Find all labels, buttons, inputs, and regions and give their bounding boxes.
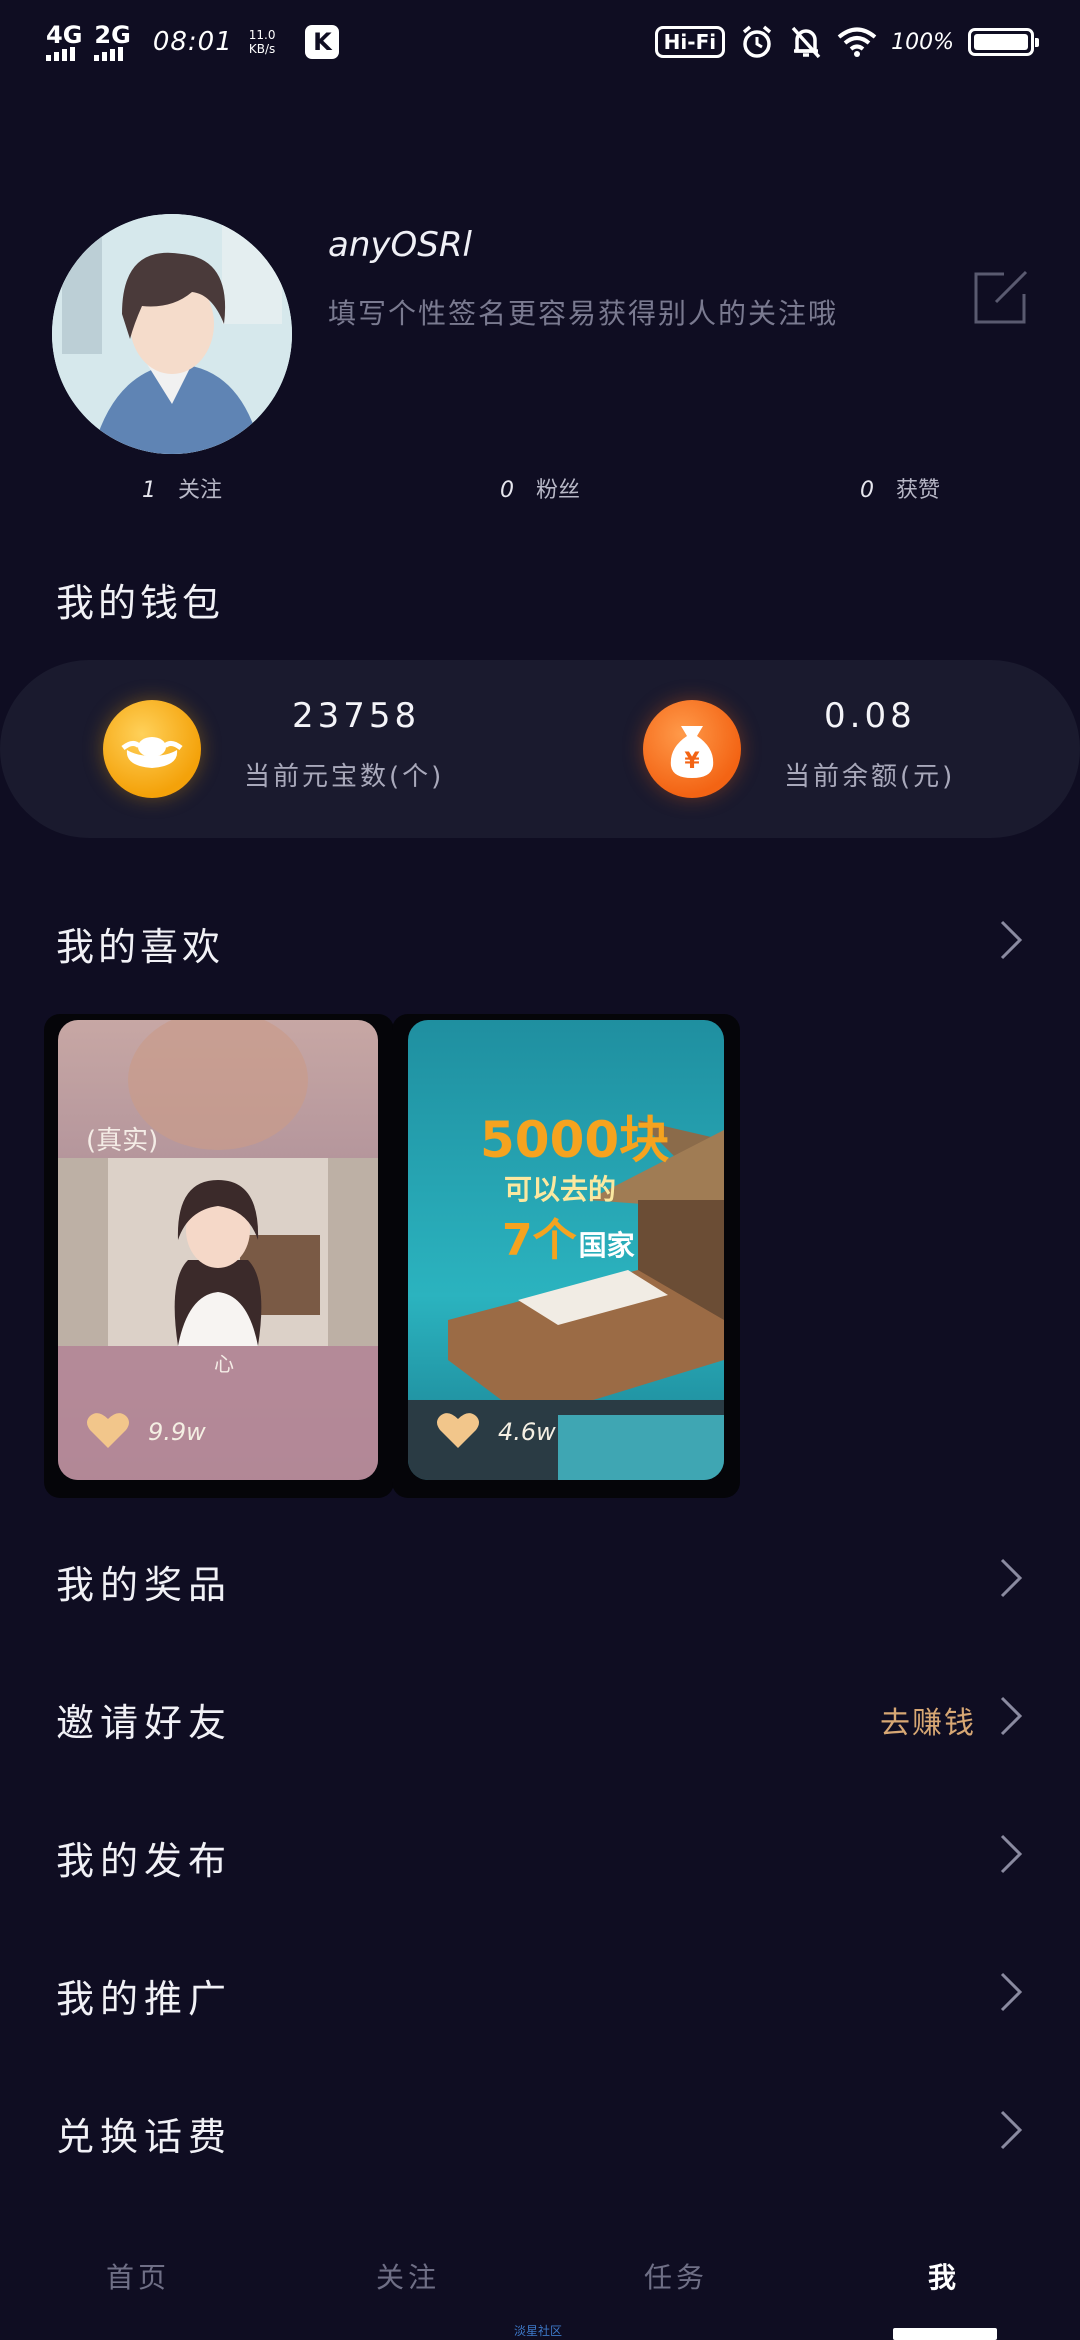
card-1-overlay-top: (真实)	[86, 1126, 159, 1156]
speed-unit: KB/s	[248, 42, 276, 56]
chevron-right-icon[interactable]	[996, 1694, 1026, 1738]
battery-icon	[968, 28, 1039, 56]
stat-fans-label: 粉丝	[536, 478, 581, 503]
chevron-right-icon[interactable]	[996, 1556, 1026, 1600]
heart-icon	[87, 1413, 129, 1448]
ingot-count: 23758	[292, 696, 421, 736]
avatar[interactable]	[52, 214, 292, 454]
tab-following[interactable]: 关注	[376, 2256, 440, 2296]
battery-fill	[974, 34, 1028, 50]
favorite-card-1[interactable]: (真实) 心 9.9w	[58, 1020, 378, 1480]
edit-profile-icon[interactable]	[970, 268, 1030, 328]
card-2-headline: 5000块	[480, 1111, 670, 1169]
ingot-label: 当前元宝数(个)	[244, 762, 445, 792]
stat-likes-label: 获赞	[896, 478, 941, 503]
signal-bars-icon	[46, 47, 75, 61]
hifi-badge: Hi-Fi	[654, 26, 726, 58]
alarm-icon	[742, 25, 772, 58]
chevron-right-icon[interactable]	[996, 1970, 1026, 2014]
mute-bell-icon	[791, 26, 821, 59]
wifi-icon	[837, 27, 877, 57]
balance-value: 0.08	[824, 696, 916, 736]
chevron-right-icon[interactable]	[996, 2108, 1026, 2152]
card-2-like-count: 4.6w	[498, 1418, 556, 1446]
menu-label-posts: 我的发布	[56, 1839, 233, 1883]
signal-2g: 2G	[94, 23, 132, 61]
stat-fans-count: 0	[500, 478, 514, 503]
home-indicator[interactable]	[893, 2328, 997, 2340]
stat-fans[interactable]: 0 粉丝	[500, 472, 580, 504]
card-2-line3-text: 国家	[578, 1229, 635, 1262]
ingot-glyph	[121, 737, 183, 768]
earn-money-link[interactable]: 去赚钱	[880, 1698, 976, 1742]
menu-label-phone-credit: 兑换话费	[56, 2115, 233, 2159]
chevron-right-icon[interactable]	[996, 1832, 1026, 1876]
profile-stats: 1 关注 0 粉丝 0 获赞	[0, 462, 1080, 512]
balance-label: 当前余额(元)	[784, 762, 956, 792]
network-speed: 11.0 KB/s	[249, 28, 276, 56]
status-bar: 4G 2G 08:01 11.0 KB/s K Hi-Fi 100%	[0, 0, 1080, 84]
username: anyOSRl	[328, 225, 472, 265]
stat-likes-count: 0	[860, 478, 874, 503]
tab-home[interactable]: 首页	[106, 2256, 170, 2296]
money-bag-glyph: ¥	[670, 726, 714, 778]
favorites-chevron-icon[interactable]	[996, 918, 1026, 962]
status-left: 4G 2G 08:01 11.0 KB/s K	[46, 20, 340, 64]
menu-label-invite: 邀请好友	[56, 1701, 233, 1745]
money-bag-icon: ¥	[643, 700, 741, 798]
money-symbol: ¥	[684, 749, 700, 774]
card-2-line2: 可以去的	[504, 1173, 617, 1206]
wallet-title: 我的钱包	[56, 581, 225, 625]
status-right: Hi-Fi 100%	[654, 20, 1039, 64]
menu-label-promotion: 我的推广	[56, 1977, 233, 2021]
signal-bars-icon	[94, 47, 124, 61]
speed-value: 11.0	[248, 28, 276, 42]
battery-percent: 100%	[891, 29, 954, 55]
network-2g-label: 2G	[94, 21, 131, 49]
watermark: 淡星社区	[514, 2324, 563, 2338]
stat-likes[interactable]: 0 获赞	[860, 472, 940, 504]
signature-prompt[interactable]: 填写个性签名更容易获得别人的关注哦	[328, 292, 838, 332]
wallet-card: 23758 当前元宝数(个) ¥ 0.08 当前余额(元)	[0, 660, 1080, 838]
stat-following-label: 关注	[178, 478, 223, 503]
avatar-illustration	[52, 214, 292, 454]
menu-label-prizes: 我的奖品	[56, 1563, 233, 1607]
favorites-title[interactable]: 我的喜欢	[56, 916, 224, 971]
favorite-card-2[interactable]: 5000块 可以去的 7个 国家 4.6w	[408, 1020, 724, 1480]
stat-following[interactable]: 1 关注	[142, 472, 222, 504]
tab-me[interactable]: 我	[928, 2256, 960, 2296]
signal-4g: 4G	[46, 23, 84, 61]
tab-tasks[interactable]: 任务	[644, 2256, 708, 2296]
gold-ingot-icon	[103, 700, 201, 798]
k-app-icon: K	[305, 25, 340, 59]
clock: 08:01	[152, 27, 233, 57]
card-1-like-count: 9.9w	[148, 1418, 206, 1446]
heart-icon	[437, 1413, 479, 1448]
network-4g-label: 4G	[46, 21, 83, 49]
stat-following-count: 1	[142, 478, 156, 503]
card-1-overlay-bottom: 心	[214, 1352, 234, 1376]
card-2-line3: 7个 国家	[502, 1204, 635, 1268]
card-2-line3-num: 7个	[502, 1215, 577, 1266]
